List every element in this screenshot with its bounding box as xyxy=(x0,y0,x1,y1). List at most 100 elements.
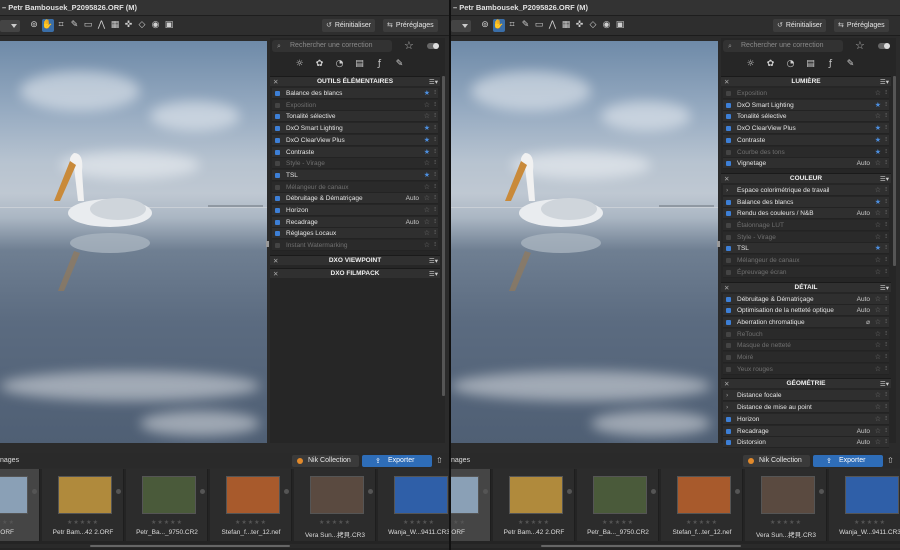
favorite-star-icon[interactable]: ☆ xyxy=(875,352,881,363)
info-icon[interactable]: ⁝ xyxy=(885,426,887,437)
correction-row[interactable]: Moiré ☆ ⁝ xyxy=(723,352,889,363)
section-header[interactable]: ✕ DXO VIEWPOINT ☰▾ xyxy=(270,254,440,265)
info-icon[interactable]: ⁝ xyxy=(885,88,887,99)
tab-color-icon[interactable]: ✿ xyxy=(763,57,778,71)
info-icon[interactable]: ⁝ xyxy=(885,100,887,111)
correction-row[interactable]: Recadrage Auto ☆ ⁝ xyxy=(272,216,438,228)
section-menu-icon[interactable]: ☰▾ xyxy=(880,379,889,389)
correction-row[interactable]: ReTouch ☆ ⁝ xyxy=(723,328,889,340)
photo-viewer[interactable] xyxy=(0,41,267,443)
info-icon[interactable]: ⁝ xyxy=(434,158,436,169)
section-header[interactable]: ✕ COULEUR ☰▾ xyxy=(721,172,891,183)
correction-row[interactable]: Distorsion Auto ☆ ⁝ xyxy=(723,437,889,449)
correction-row[interactable]: Contraste ★ ⁝ xyxy=(272,146,438,158)
info-icon[interactable]: ⁝ xyxy=(885,437,887,448)
info-icon[interactable]: ⁝ xyxy=(885,111,887,122)
info-icon[interactable]: ⁝ xyxy=(885,123,887,134)
correction-row[interactable]: TSL ★ ⁝ xyxy=(272,169,438,181)
perspective-icon[interactable]: ⋀ xyxy=(547,19,559,32)
enable-checkbox[interactable] xyxy=(726,126,731,132)
repair-icon[interactable]: ✜ xyxy=(123,19,135,32)
favorite-star-icon[interactable]: ☆ xyxy=(875,305,881,316)
correction-row[interactable]: Courbe des tons ★ ⁝ xyxy=(723,146,889,158)
thumbnail[interactable]: ★★★★★ Wanja_W...9411.CR3 xyxy=(378,469,449,541)
info-icon[interactable]: ⁝ xyxy=(434,228,436,239)
enable-checkbox[interactable] xyxy=(275,184,280,190)
info-icon[interactable]: ⁝ xyxy=(434,170,436,181)
correction-row[interactable]: Tonalité sélective ☆ ⁝ xyxy=(723,111,889,123)
thumbnail[interactable]: ★★★★★ 5826.ORF xyxy=(0,469,40,541)
enable-checkbox[interactable] xyxy=(726,416,731,422)
favorite-star-icon[interactable]: ★ xyxy=(424,88,430,99)
enable-checkbox[interactable] xyxy=(275,196,280,202)
ruler-icon[interactable]: ▭ xyxy=(533,19,545,32)
correction-row[interactable]: Exposition ☆ ⁝ xyxy=(272,99,438,111)
rating-stars[interactable]: ★★★★★ xyxy=(126,519,208,526)
rating-stars[interactable]: ★★★★★ xyxy=(0,519,40,526)
hand-icon[interactable]: ✋ xyxy=(41,19,54,32)
compare-icon[interactable]: ⊚ xyxy=(28,19,40,32)
correction-row[interactable]: Épreuvage écran ☆ ⁝ xyxy=(723,266,889,278)
info-icon[interactable]: ⁝ xyxy=(885,317,887,328)
favorite-star-icon[interactable]: ☆ xyxy=(424,217,430,228)
repair-icon[interactable]: ✜ xyxy=(574,19,586,32)
favorite-star-icon[interactable]: ☆ xyxy=(424,193,430,204)
favorite-star-icon[interactable]: ☆ xyxy=(875,294,881,305)
enable-checkbox[interactable] xyxy=(275,172,280,178)
section-header[interactable]: ✕ DXO FILMPACK ☰▾ xyxy=(270,267,440,278)
favorite-star-icon[interactable]: ☆ xyxy=(875,364,881,375)
local-adjust-icon[interactable]: ◇ xyxy=(587,19,599,32)
correction-row[interactable]: Yeux rouges ☆ ⁝ xyxy=(723,363,889,375)
enable-checkbox[interactable] xyxy=(726,366,731,372)
correction-row[interactable]: Horizon ☆ ⁝ xyxy=(723,413,889,425)
view-dropdown[interactable] xyxy=(451,20,471,32)
favorite-star-icon[interactable]: ★ xyxy=(875,135,881,146)
thumbnail[interactable]: ★★★★★ Petr_Ba..._9750.CR2 xyxy=(577,469,659,541)
section-menu-icon[interactable]: ☰▾ xyxy=(429,77,438,87)
rating-stars[interactable]: ★★★★★ xyxy=(577,519,659,526)
share-icon[interactable]: ⇧ xyxy=(436,456,443,465)
correction-row[interactable]: DxO ClearView Plus ★ ⁝ xyxy=(272,134,438,146)
photo-viewer[interactable] xyxy=(451,41,718,443)
favorite-star-icon[interactable]: ☆ xyxy=(424,158,430,169)
panel-collapse-handle[interactable] xyxy=(717,241,720,247)
close-section-icon[interactable]: ✕ xyxy=(724,77,729,87)
info-icon[interactable]: ⁝ xyxy=(885,402,887,413)
correction-row[interactable]: › Espace colorimétrique de travail ☆ ⁝ xyxy=(723,184,889,196)
correction-row[interactable]: Tonalité sélective ☆ ⁝ xyxy=(272,111,438,123)
enable-checkbox[interactable] xyxy=(726,269,731,275)
crop-icon[interactable]: ⌗ xyxy=(55,19,67,32)
info-icon[interactable]: ⁝ xyxy=(885,147,887,158)
favorite-star-icon[interactable]: ☆ xyxy=(875,220,881,231)
active-only-toggle[interactable] xyxy=(878,43,890,49)
thumbnail[interactable]: ★★★★★ Petr Bam...42 2.ORF xyxy=(42,469,124,541)
favorite-star-icon[interactable]: ☆ xyxy=(875,185,881,196)
scroll-thumb[interactable] xyxy=(541,545,741,547)
enable-checkbox[interactable] xyxy=(275,231,280,237)
info-icon[interactable]: ⁝ xyxy=(885,364,887,375)
favorite-star-icon[interactable]: ☆ xyxy=(424,182,430,193)
info-icon[interactable]: ⁝ xyxy=(434,111,436,122)
favorite-star-icon[interactable]: ★ xyxy=(875,243,881,254)
info-icon[interactable]: ⁝ xyxy=(434,123,436,134)
favorite-star-icon[interactable]: ★ xyxy=(424,170,430,181)
reset-button[interactable]: ↺ Réinitialiser xyxy=(322,19,376,32)
info-icon[interactable]: ⁝ xyxy=(434,88,436,99)
tab-light-icon[interactable]: ☼ xyxy=(292,57,307,71)
thumbnail[interactable]: ★★★★★ Vera Sun...拷貝.CR3 xyxy=(294,469,376,541)
favorite-star-icon[interactable]: ☆ xyxy=(875,437,881,448)
enable-checkbox[interactable] xyxy=(726,91,731,96)
view-dropdown[interactable] xyxy=(0,20,20,32)
favorite-star-icon[interactable]: ★ xyxy=(424,147,430,158)
favorite-star-icon[interactable]: ☆ xyxy=(424,228,430,239)
thumbnail[interactable]: ★★★★★ Stefan_f...ter_12.nef xyxy=(210,469,292,541)
presets-button[interactable]: ⇆ Préréglages xyxy=(834,19,889,32)
panel-scrollbar[interactable] xyxy=(442,76,445,396)
favorite-star-icon[interactable]: ☆ xyxy=(875,426,881,437)
correction-row[interactable]: › Distance de mise au point ☆ ⁝ xyxy=(723,402,889,414)
info-icon[interactable]: ⁝ xyxy=(434,100,436,111)
favorite-star-icon[interactable]: ☆ xyxy=(875,208,881,219)
favorite-star-icon[interactable]: ★ xyxy=(875,147,881,158)
info-icon[interactable]: ⁝ xyxy=(885,294,887,305)
correction-row[interactable]: Débruitage & Dématriçage Auto ☆ ⁝ xyxy=(723,293,889,305)
